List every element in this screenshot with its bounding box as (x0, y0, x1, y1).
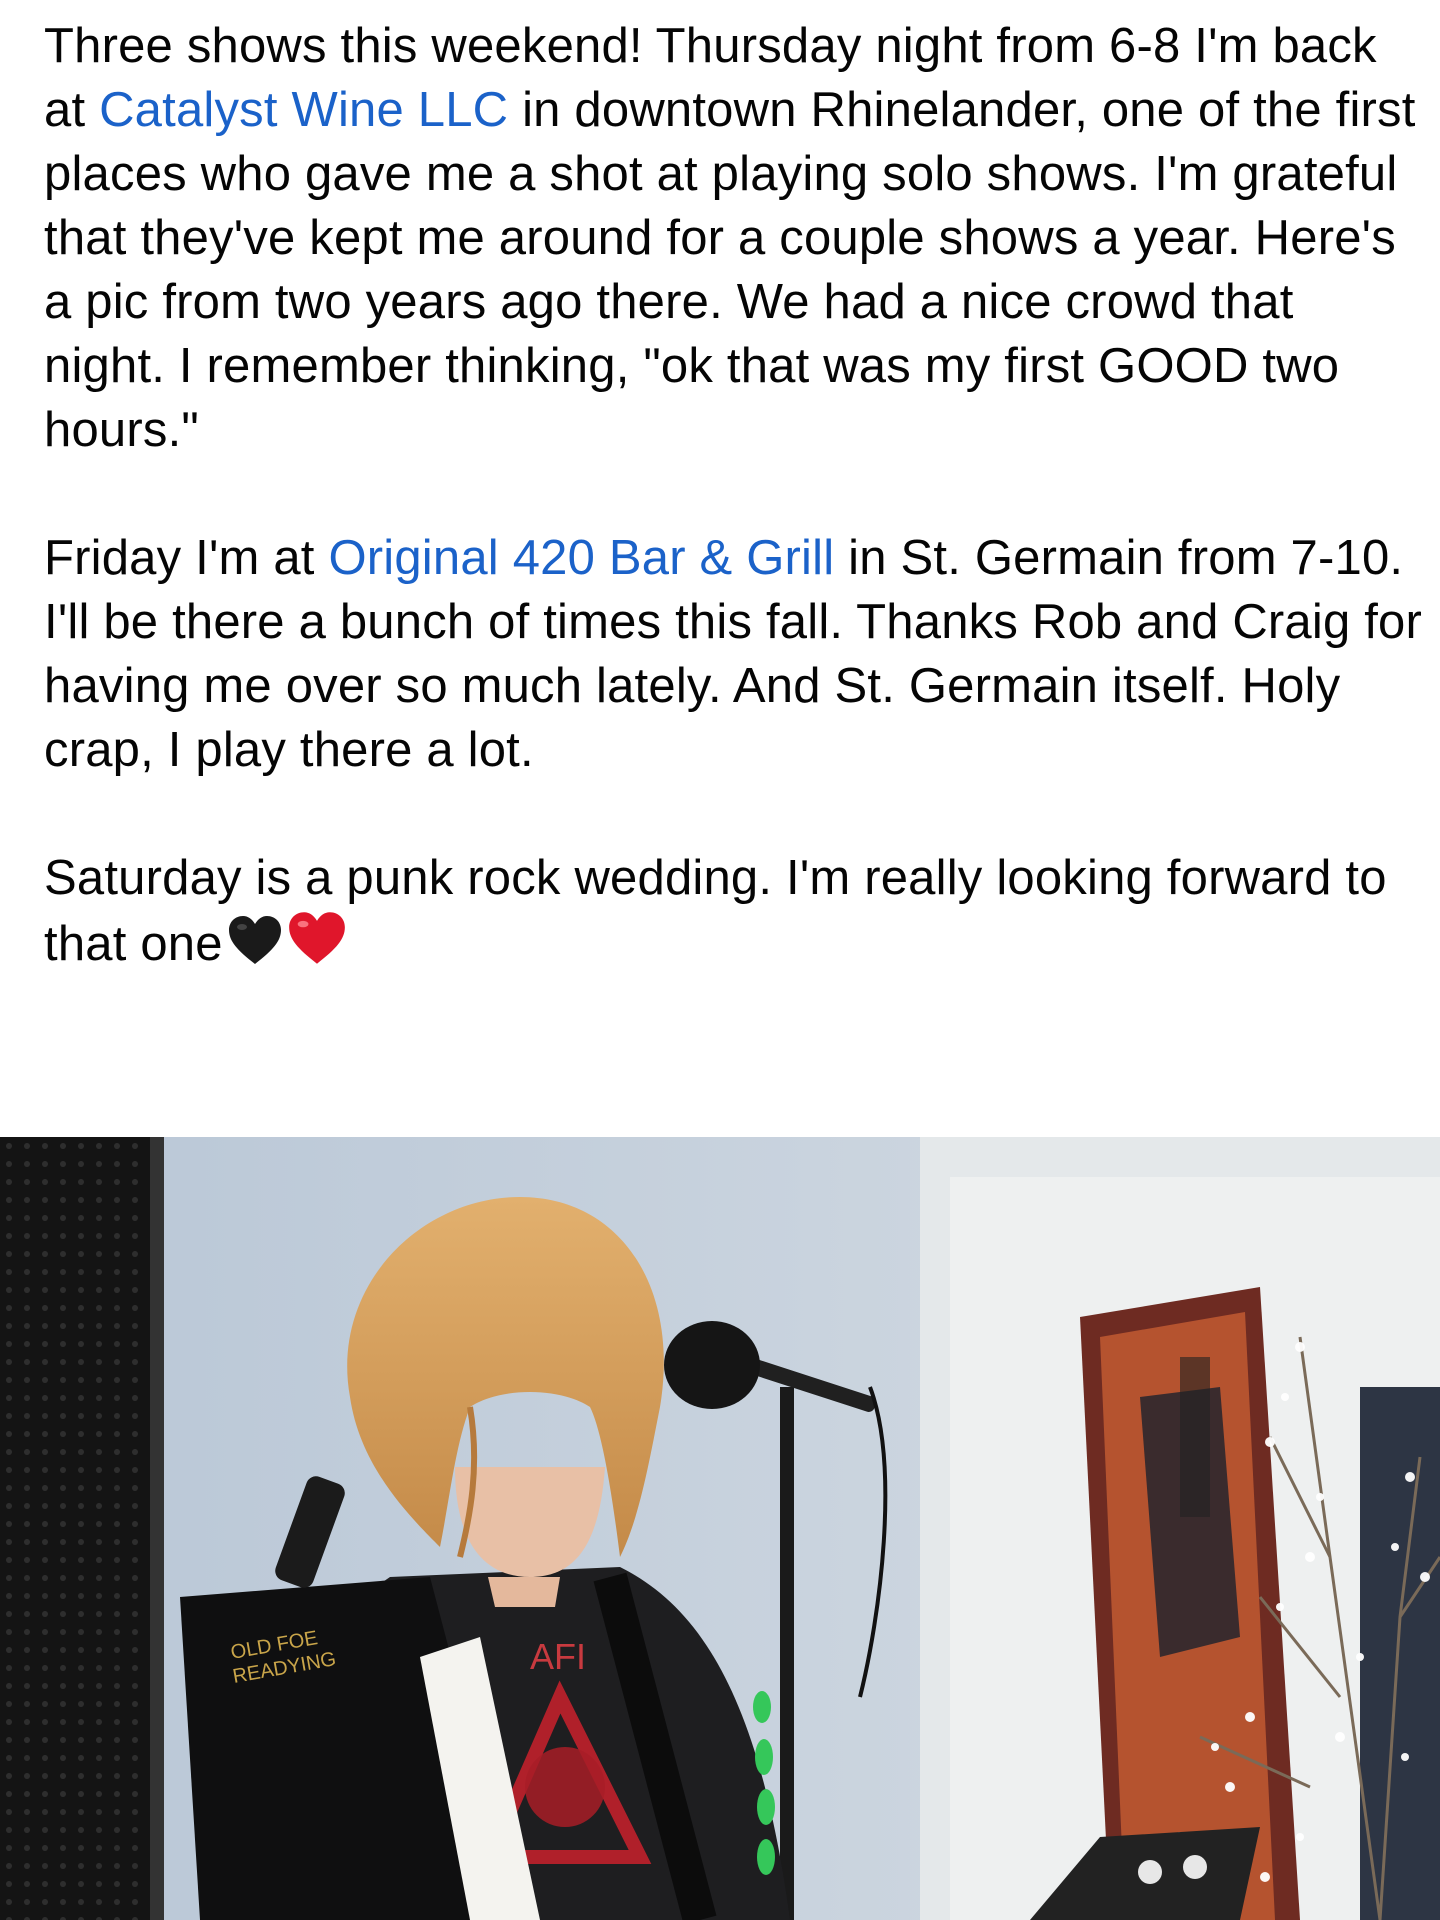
thursday-text-end: in downtown Rhinelander, one of the firs… (44, 83, 1416, 457)
post-photo[interactable]: AFI OLD FOE READYING (0, 1137, 1440, 1920)
post-body: Three shows this weekend! Thursday night… (44, 14, 1424, 982)
microphone (664, 1321, 760, 1409)
black-heart-icon (227, 914, 283, 982)
paragraph-friday: Friday I'm at Original 420 Bar & Grill i… (44, 526, 1424, 782)
paragraph-saturday: Saturday is a punk rock wedding. I'm rea… (44, 846, 1424, 982)
mic-stand (780, 1387, 794, 1920)
paragraph-thursday: Three shows this weekend! Thursday night… (44, 14, 1424, 462)
link-original-420[interactable]: Original 420 Bar & Grill (328, 531, 834, 585)
red-heart-icon (287, 910, 347, 982)
performer-photo-illustration: AFI OLD FOE READYING (0, 1137, 1440, 1920)
shirt-text: AFI (530, 1636, 586, 1677)
link-catalyst-wine[interactable]: Catalyst Wine LLC (99, 83, 508, 137)
friday-text-start: Friday I'm at (44, 531, 329, 585)
